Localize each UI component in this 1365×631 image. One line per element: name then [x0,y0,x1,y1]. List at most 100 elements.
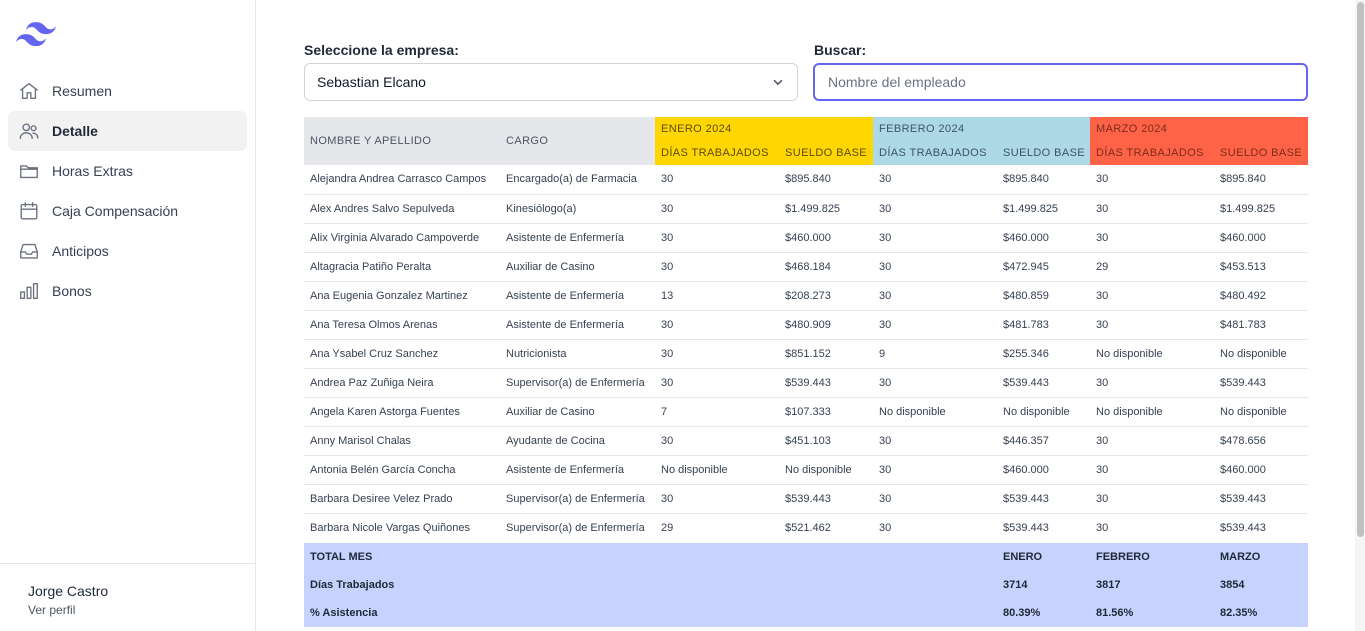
sidebar-item-caja-compensacion[interactable]: Caja Compensación [8,191,247,231]
table-row[interactable]: Alejandra Andrea Carrasco Campos Encargad… [304,165,1309,195]
table-row[interactable]: Ana Teresa Olmos Arenas Asistente de Enfe… [304,310,1309,340]
cell-feb-days: 30 [873,310,997,340]
cell-mar-salary: $1.499.825 [1214,194,1309,224]
sidebar-item-horas-extras[interactable]: Horas Extras [8,151,247,191]
employee-table: NOMBRE Y APELLIDO CARGO ENERO 2024 FEBRE… [304,117,1309,542]
totals-attendance-mar: 82.35% [1220,607,1258,619]
column-header-name[interactable]: NOMBRE Y APELLIDO [304,117,500,165]
cell-mar-salary: $480.492 [1214,281,1309,311]
cell-jan-days: 30 [655,484,779,514]
user-name: Jorge Castro [28,583,109,599]
cell-role: Ayudante de Cocina [500,426,655,456]
sidebar-item-detalle[interactable]: Detalle [8,111,247,151]
column-header-role[interactable]: CARGO [500,117,655,165]
table-row[interactable]: Barbara Desiree Velez Prado Supervisor(a)… [304,484,1309,514]
sidebar-item-anticipos[interactable]: Anticipos [8,231,247,271]
inbox-icon [17,239,41,263]
cell-feb-days: 30 [873,281,997,311]
totals-month-feb: FEBRERO [1096,551,1150,563]
table-row[interactable]: Ana Ysabel Cruz Sanchez Nutricionista 30 $8… [304,339,1309,369]
cell-jan-days: 30 [655,310,779,340]
cell-name: Andrea Paz Zuñiga Neira [304,368,500,398]
table-row[interactable]: Anny Marisol Chalas Ayudante de Cocina 30 $… [304,426,1309,456]
chart-bar-icon [17,279,41,303]
cell-jan-days: No disponible [655,455,779,485]
sidebar: Resumen Detalle Horas Extras Caja Compen… [0,0,256,631]
totals-attendance-feb: 81.56% [1096,607,1134,619]
table-row[interactable]: Antonia Belén García Concha Asistente de … [304,455,1309,485]
table-row[interactable]: Angela Karen Astorga Fuentes Auxiliar de … [304,397,1309,427]
cell-jan-salary: $107.333 [779,397,873,427]
cell-mar-days: 30 [1090,426,1215,456]
totals-header-row: TOTAL MES ENERO FEBRERO MARZO [304,543,1308,571]
cell-jan-days: 30 [655,339,779,369]
cell-feb-days: 30 [873,455,997,485]
sidebar-item-resumen[interactable]: Resumen [8,71,247,111]
cell-feb-days: 30 [873,223,997,253]
cell-mar-days: 30 [1090,165,1215,195]
sidebar-item-label: Horas Extras [52,163,133,179]
table-row[interactable]: Alix Virginia Alvarado Campoverde Asisten… [304,223,1309,253]
cell-feb-salary: $539.443 [997,368,1091,398]
cell-name: Ana Eugenia Gonzalez Martinez [304,281,500,311]
cell-jan-days: 30 [655,368,779,398]
cell-mar-days: 29 [1090,252,1215,282]
table-row[interactable]: Barbara Nicole Vargas Quiñones Supervisor… [304,513,1308,542]
table-row[interactable]: Altagracia Patiño Peralta Auxiliar de Cas… [304,252,1309,282]
table-row[interactable]: Andrea Paz Zuñiga Neira Supervisor(a) de … [304,368,1309,398]
cell-jan-days: 30 [655,252,779,282]
cell-mar-days: 30 [1090,194,1215,224]
cell-feb-salary: $472.945 [997,252,1091,282]
totals-attendance-label: % Asistencia [310,607,378,619]
company-select[interactable]: Sebastian Elcano [304,63,798,101]
cell-feb-days: 30 [873,484,997,514]
sidebar-item-bonos[interactable]: Bonos [8,271,247,311]
cell-feb-salary: No disponible [997,397,1091,427]
cell-mar-salary: No disponible [1214,339,1309,369]
cell-mar-days: 30 [1090,484,1215,514]
cell-jan-days: 30 [655,426,779,456]
cell-jan-salary: $851.152 [779,339,873,369]
cell-jan-days: 29 [661,521,674,534]
totals-days-label: Días Trabajados [310,579,395,591]
cell-jan-salary: $480.909 [779,310,873,340]
cell-feb-days: 30 [873,368,997,398]
cell-role: Encargado(a) de Farmacia [500,165,655,195]
cell-name: Alejandra Andrea Carrasco Campos [304,165,500,195]
totals-month-mar: MARZO [1220,551,1261,563]
cell-role: Auxiliar de Casino [500,252,655,282]
view-profile-link[interactable]: Ver perfil [28,603,255,617]
month-header-mar: MARZO 2024 [1090,117,1309,141]
cell-mar-salary: $539.443 [1214,368,1309,398]
cell-feb-salary: $481.783 [997,310,1091,340]
totals-days-row: Días Trabajados 3714 3817 3854 [304,571,1308,599]
cell-jan-salary: $468.184 [779,252,873,282]
tailwind-logo-icon[interactable] [16,22,56,50]
search-label: Buscar: [814,42,867,58]
totals-days-jan: 3714 [1003,579,1028,591]
cell-name: Antonia Belén García Concha [304,455,500,485]
cell-mar-salary: $539.443 [1214,484,1309,514]
chevron-down-icon [773,79,783,86]
sidebar-item-label: Anticipos [52,243,109,259]
cell-mar-days: 30 [1090,310,1215,340]
folder-icon [17,159,41,183]
page-scrollbar[interactable] [1355,0,1365,631]
month-header-feb: FEBRERO 2024 [873,117,1091,141]
table-body: Alejandra Andrea Carrasco Campos Encargad… [304,165,1309,542]
cell-mar-days: 30 [1090,368,1215,398]
table-row[interactable]: Alex Andres Salvo Sepulveda Kinesiólogo(a… [304,194,1309,224]
column-header-salary: SUELDO BASE [1214,141,1309,165]
scrollbar-thumb[interactable] [1357,2,1364,537]
totals-attendance-row: % Asistencia 80.39% 81.56% 82.35% [304,599,1308,627]
table-row[interactable]: Ana Eugenia Gonzalez Martinez Asistente d… [304,281,1309,311]
cell-name: Altagracia Patiño Peralta [304,252,500,282]
search-input[interactable] [813,63,1308,101]
cell-name: Ana Ysabel Cruz Sanchez [304,339,500,369]
cell-role: Asistente de Enfermería [500,455,655,485]
cell-mar-days: 30 [1090,223,1215,253]
cell-mar-days: 30 [1096,521,1109,534]
cell-feb-salary: $446.357 [997,426,1091,456]
month-header-jan: ENERO 2024 [655,117,873,141]
cell-feb-days: 30 [873,252,997,282]
